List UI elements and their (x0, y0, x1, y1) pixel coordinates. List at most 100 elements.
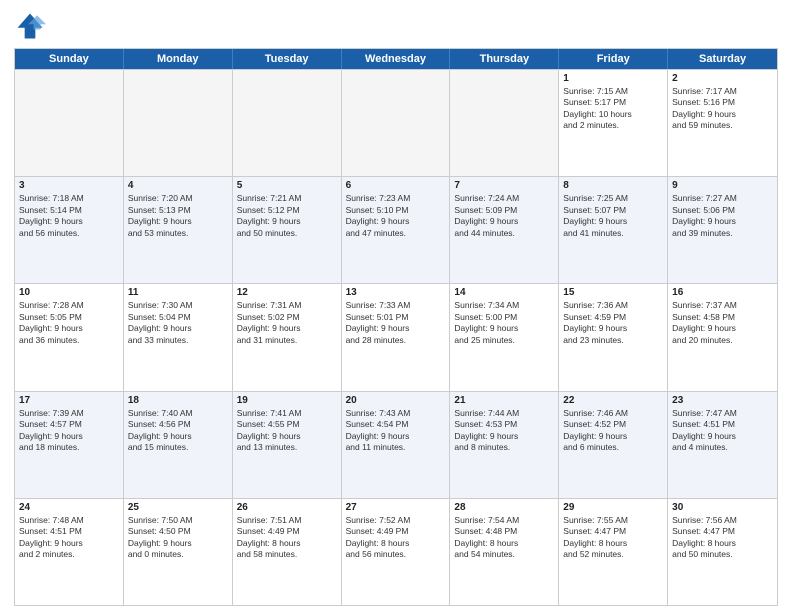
day-info: Sunrise: 7:18 AM Sunset: 5:14 PM Dayligh… (19, 193, 119, 239)
header-day-saturday: Saturday (668, 49, 777, 69)
day-cell-22: 22 Sunrise: 7:46 AM Sunset: 4:52 PM Dayli… (559, 392, 668, 498)
logo-icon (14, 10, 46, 42)
day-cell-6: 6 Sunrise: 7:23 AM Sunset: 5:10 PM Daylig… (342, 177, 451, 283)
day-info: Sunrise: 7:28 AM Sunset: 5:05 PM Dayligh… (19, 300, 119, 346)
day-cell-2: 2Sunrise: 7:17 AM Sunset: 5:16 PM Daylig… (668, 70, 777, 176)
header-day-thursday: Thursday (450, 49, 559, 69)
day-cell-9: 9 Sunrise: 7:27 AM Sunset: 5:06 PM Daylig… (668, 177, 777, 283)
day-cell-8: 8Sunrise: 7:25 AM Sunset: 5:07 PM Daylig… (559, 177, 668, 283)
day-number: 13 (346, 287, 446, 298)
day-cell-5: 5 Sunrise: 7:21 AM Sunset: 5:12 PM Daylig… (233, 177, 342, 283)
day-number: 10 (19, 287, 119, 298)
day-cell-30: 30 Sunrise: 7:56 AM Sunset: 4:47 PM Dayli… (668, 499, 777, 605)
header-day-friday: Friday (559, 49, 668, 69)
empty-cell (15, 70, 124, 176)
day-cell-1: 1 Sunrise: 7:15 AM Sunset: 5:17 PM Daylig… (559, 70, 668, 176)
day-info: Sunrise: 7:31 AM Sunset: 5:02 PM Dayligh… (237, 300, 337, 346)
day-number: 7 (454, 180, 554, 191)
day-number: 29 (563, 502, 663, 513)
day-info: Sunrise: 7:48 AM Sunset: 4:51 PM Dayligh… (19, 515, 119, 561)
day-info: Sunrise: 7:34 AM Sunset: 5:00 PM Dayligh… (454, 300, 554, 346)
empty-cell (124, 70, 233, 176)
header-day-monday: Monday (124, 49, 233, 69)
day-number: 22 (563, 395, 663, 406)
day-cell-13: 13 Sunrise: 7:33 AM Sunset: 5:01 PM Dayli… (342, 284, 451, 390)
day-number: 26 (237, 502, 337, 513)
day-info: Sunrise: 7:47 AM Sunset: 4:51 PM Dayligh… (672, 408, 773, 454)
day-info: Sunrise: 7:54 AM Sunset: 4:48 PM Dayligh… (454, 515, 554, 561)
day-info: Sunrise: 7:39 AM Sunset: 4:57 PM Dayligh… (19, 408, 119, 454)
day-cell-7: 7 Sunrise: 7:24 AM Sunset: 5:09 PM Daylig… (450, 177, 559, 283)
day-cell-4: 4 Sunrise: 7:20 AM Sunset: 5:13 PM Daylig… (124, 177, 233, 283)
day-cell-14: 14 Sunrise: 7:34 AM Sunset: 5:00 PM Dayli… (450, 284, 559, 390)
calendar-row-4: 24 Sunrise: 7:48 AM Sunset: 4:51 PM Dayli… (15, 498, 777, 605)
calendar-body: 1 Sunrise: 7:15 AM Sunset: 5:17 PM Daylig… (15, 69, 777, 605)
day-number: 9 (672, 180, 773, 191)
day-cell-17: 17Sunrise: 7:39 AM Sunset: 4:57 PM Dayli… (15, 392, 124, 498)
day-info: Sunrise: 7:30 AM Sunset: 5:04 PM Dayligh… (128, 300, 228, 346)
calendar-row-1: 3 Sunrise: 7:18 AM Sunset: 5:14 PM Daylig… (15, 176, 777, 283)
day-info: Sunrise: 7:44 AM Sunset: 4:53 PM Dayligh… (454, 408, 554, 454)
day-info: Sunrise: 7:17 AM Sunset: 5:16 PM Dayligh… (672, 86, 773, 132)
empty-cell (342, 70, 451, 176)
day-cell-10: 10 Sunrise: 7:28 AM Sunset: 5:05 PM Dayli… (15, 284, 124, 390)
day-number: 18 (128, 395, 228, 406)
header-day-sunday: Sunday (15, 49, 124, 69)
day-number: 15 (563, 287, 663, 298)
day-number: 21 (454, 395, 554, 406)
day-info: Sunrise: 7:23 AM Sunset: 5:10 PM Dayligh… (346, 193, 446, 239)
day-info: Sunrise: 7:15 AM Sunset: 5:17 PM Dayligh… (563, 86, 663, 132)
day-number: 24 (19, 502, 119, 513)
day-info: Sunrise: 7:33 AM Sunset: 5:01 PM Dayligh… (346, 300, 446, 346)
day-number: 6 (346, 180, 446, 191)
calendar: SundayMondayTuesdayWednesdayThursdayFrid… (14, 48, 778, 606)
day-info: Sunrise: 7:52 AM Sunset: 4:49 PM Dayligh… (346, 515, 446, 561)
calendar-row-3: 17Sunrise: 7:39 AM Sunset: 4:57 PM Dayli… (15, 391, 777, 498)
day-info: Sunrise: 7:37 AM Sunset: 4:58 PM Dayligh… (672, 300, 773, 346)
day-cell-19: 19Sunrise: 7:41 AM Sunset: 4:55 PM Dayli… (233, 392, 342, 498)
day-info: Sunrise: 7:20 AM Sunset: 5:13 PM Dayligh… (128, 193, 228, 239)
calendar-header: SundayMondayTuesdayWednesdayThursdayFrid… (15, 49, 777, 69)
day-number: 19 (237, 395, 337, 406)
day-cell-18: 18 Sunrise: 7:40 AM Sunset: 4:56 PM Dayli… (124, 392, 233, 498)
day-cell-27: 27 Sunrise: 7:52 AM Sunset: 4:49 PM Dayli… (342, 499, 451, 605)
day-cell-21: 21 Sunrise: 7:44 AM Sunset: 4:53 PM Dayli… (450, 392, 559, 498)
day-number: 16 (672, 287, 773, 298)
day-cell-23: 23Sunrise: 7:47 AM Sunset: 4:51 PM Dayli… (668, 392, 777, 498)
day-info: Sunrise: 7:40 AM Sunset: 4:56 PM Dayligh… (128, 408, 228, 454)
day-info: Sunrise: 7:51 AM Sunset: 4:49 PM Dayligh… (237, 515, 337, 561)
day-cell-16: 16 Sunrise: 7:37 AM Sunset: 4:58 PM Dayli… (668, 284, 777, 390)
page: SundayMondayTuesdayWednesdayThursdayFrid… (0, 0, 792, 612)
day-cell-24: 24 Sunrise: 7:48 AM Sunset: 4:51 PM Dayli… (15, 499, 124, 605)
day-cell-26: 26 Sunrise: 7:51 AM Sunset: 4:49 PM Dayli… (233, 499, 342, 605)
day-cell-28: 28 Sunrise: 7:54 AM Sunset: 4:48 PM Dayli… (450, 499, 559, 605)
day-info: Sunrise: 7:46 AM Sunset: 4:52 PM Dayligh… (563, 408, 663, 454)
day-number: 1 (563, 73, 663, 84)
day-cell-20: 20Sunrise: 7:43 AM Sunset: 4:54 PM Dayli… (342, 392, 451, 498)
day-number: 4 (128, 180, 228, 191)
day-number: 28 (454, 502, 554, 513)
day-number: 12 (237, 287, 337, 298)
day-info: Sunrise: 7:21 AM Sunset: 5:12 PM Dayligh… (237, 193, 337, 239)
header (14, 10, 778, 42)
calendar-row-0: 1 Sunrise: 7:15 AM Sunset: 5:17 PM Daylig… (15, 69, 777, 176)
day-number: 27 (346, 502, 446, 513)
day-cell-11: 11 Sunrise: 7:30 AM Sunset: 5:04 PM Dayli… (124, 284, 233, 390)
day-cell-25: 25Sunrise: 7:50 AM Sunset: 4:50 PM Dayli… (124, 499, 233, 605)
day-info: Sunrise: 7:24 AM Sunset: 5:09 PM Dayligh… (454, 193, 554, 239)
day-cell-29: 29 Sunrise: 7:55 AM Sunset: 4:47 PM Dayli… (559, 499, 668, 605)
header-day-tuesday: Tuesday (233, 49, 342, 69)
day-number: 14 (454, 287, 554, 298)
day-number: 3 (19, 180, 119, 191)
day-number: 30 (672, 502, 773, 513)
logo (14, 10, 50, 42)
calendar-row-2: 10 Sunrise: 7:28 AM Sunset: 5:05 PM Dayli… (15, 283, 777, 390)
day-cell-15: 15Sunrise: 7:36 AM Sunset: 4:59 PM Dayli… (559, 284, 668, 390)
day-info: Sunrise: 7:27 AM Sunset: 5:06 PM Dayligh… (672, 193, 773, 239)
day-info: Sunrise: 7:55 AM Sunset: 4:47 PM Dayligh… (563, 515, 663, 561)
empty-cell (233, 70, 342, 176)
empty-cell (450, 70, 559, 176)
day-info: Sunrise: 7:56 AM Sunset: 4:47 PM Dayligh… (672, 515, 773, 561)
day-number: 11 (128, 287, 228, 298)
day-number: 5 (237, 180, 337, 191)
